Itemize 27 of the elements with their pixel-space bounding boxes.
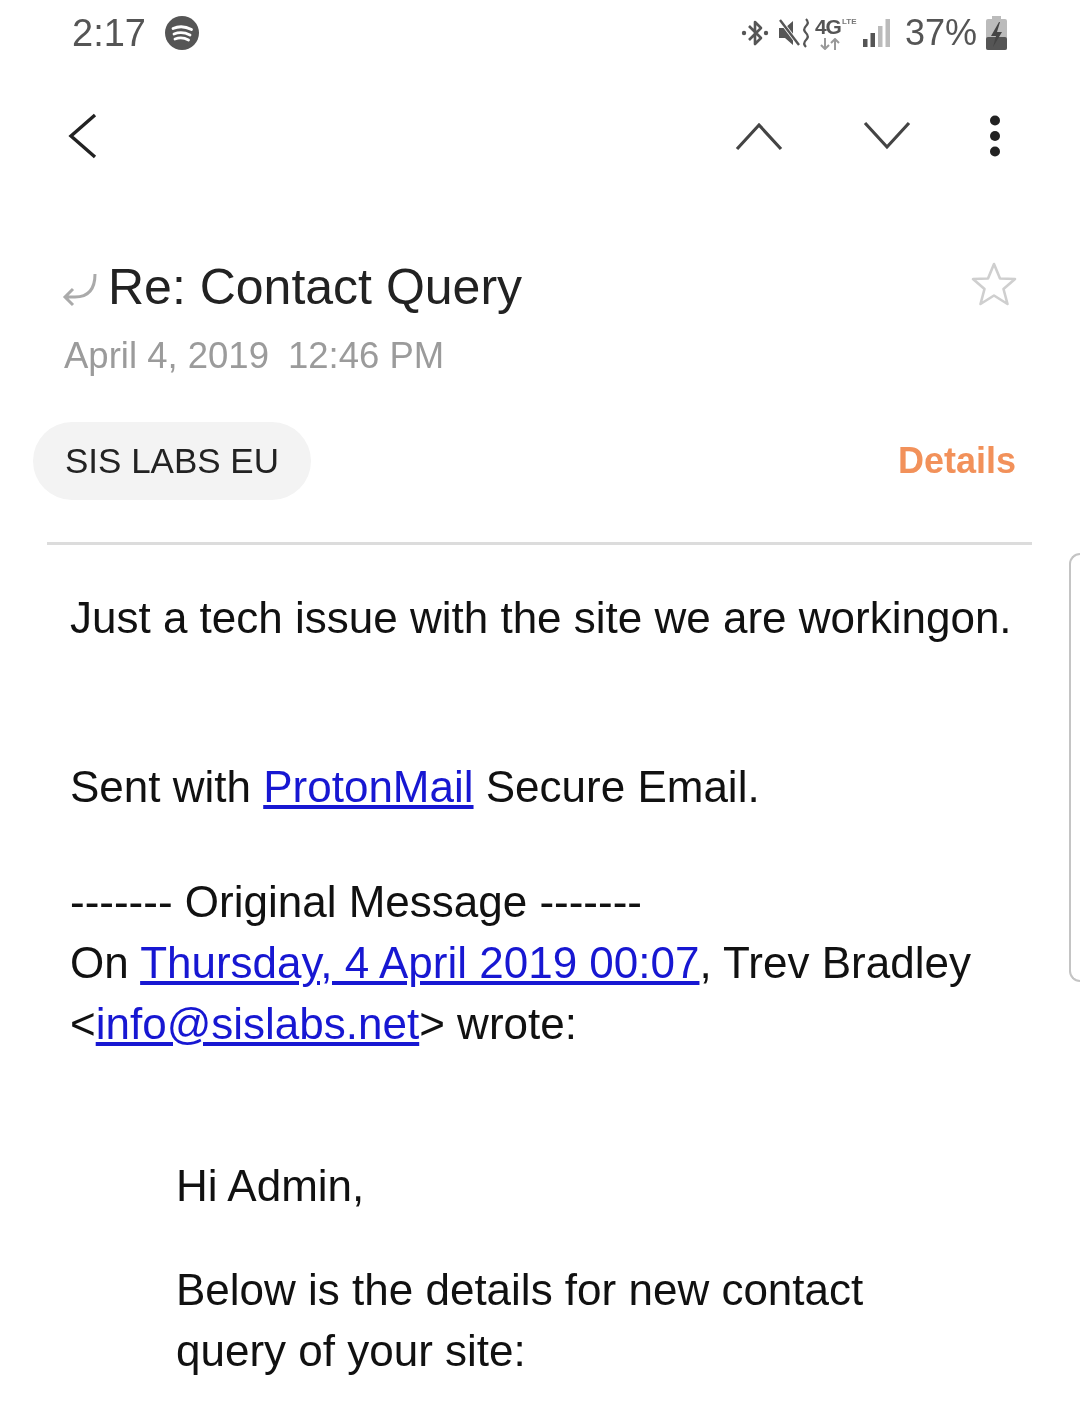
original-message-separator: ------- Original Message ------- xyxy=(70,876,643,928)
previous-chevron-icon[interactable] xyxy=(735,121,783,151)
network-type-label: 4G xyxy=(814,16,841,37)
battery-percent: 37% xyxy=(904,11,977,55)
data-arrows-icon xyxy=(818,37,841,50)
attribution-text: On Thursday, 4 April 2019 00:07, Trev Bradley <info@sislabs.net> wrote: xyxy=(70,937,972,1050)
quoted-paragraph: Below is the details for new contact query of your site: xyxy=(176,1264,865,1377)
text-link[interactable]: Thursday, 4 April 2019 00:07 xyxy=(140,938,700,987)
network-sub-label: LTE xyxy=(841,16,857,26)
signal-icon xyxy=(862,19,891,47)
email-time: 12:46 PM xyxy=(287,334,445,378)
next-chevron-icon[interactable] xyxy=(863,121,911,151)
quoted-paragraph: Hi Admin, xyxy=(176,1160,366,1212)
star-icon[interactable] xyxy=(971,262,1017,306)
body-paragraph: Just a tech issue with the site we are workingon. xyxy=(70,592,1013,644)
text-link[interactable]: ProtonMail xyxy=(263,762,474,811)
text-link[interactable]: info@sislabs.net xyxy=(95,999,420,1048)
body-paragraph: Sent with ProtonMail Secure Email. xyxy=(70,761,761,813)
sender-chip[interactable]: SIS LABS EU xyxy=(33,422,311,500)
back-icon[interactable] xyxy=(68,113,98,159)
music-app-icon xyxy=(164,16,199,50)
more-options-icon[interactable] xyxy=(989,115,1001,157)
battery-charging-icon xyxy=(986,16,1007,50)
clock-time: 2:17 xyxy=(72,11,146,55)
email-subject: Re: Contact Query xyxy=(108,258,524,317)
muted-speaker-icon xyxy=(777,17,812,49)
email-date: April 4, 2019 xyxy=(64,334,269,378)
